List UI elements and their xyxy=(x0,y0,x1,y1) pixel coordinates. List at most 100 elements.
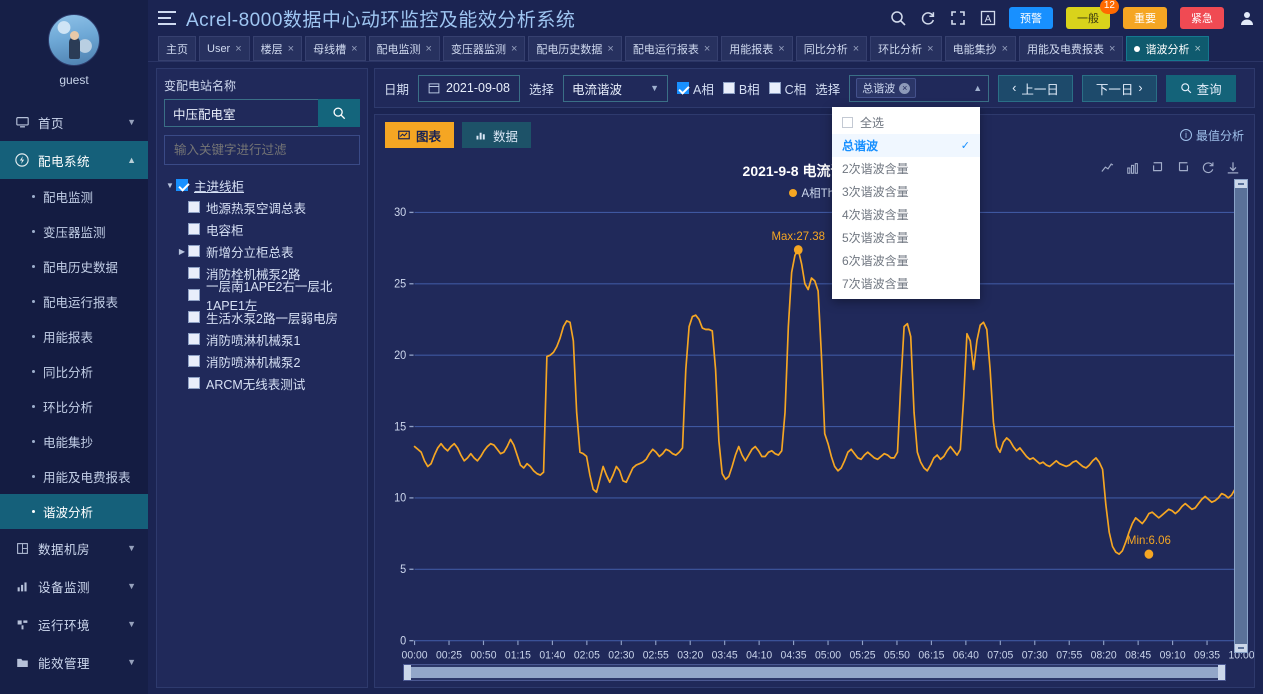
alarm-pill-important[interactable]: 重要 xyxy=(1123,7,1167,29)
tab-energy-fee-report[interactable]: 用能及电费报表 × xyxy=(1019,36,1124,61)
sidebar-subitem-yoy-analysis[interactable]: 同比分析 xyxy=(0,354,148,389)
station-search-button[interactable] xyxy=(318,99,360,127)
sidebar-subitem-operation-report[interactable]: 配电运行报表 xyxy=(0,284,148,319)
phase-a-checkbox[interactable]: A相 xyxy=(676,79,714,98)
tab-busway[interactable]: 母线槽 × xyxy=(305,36,366,61)
dropdown-option-total[interactable]: 总谐波 ✓ xyxy=(832,134,980,157)
tree-node[interactable]: ▶ ARCM无线表测试 xyxy=(164,372,360,394)
tab-mom-analysis[interactable]: 环比分析 × xyxy=(870,36,942,61)
dropdown-option-2nd[interactable]: 2次谐波含量 xyxy=(832,157,980,180)
sidebar-item-home[interactable]: 首页 ▼ xyxy=(0,103,148,141)
prev-day-button[interactable]: ‹ 上一日 xyxy=(998,74,1073,102)
data-view-button[interactable]: 数据 xyxy=(462,122,532,148)
tree-checkbox[interactable] xyxy=(188,377,200,389)
translate-icon[interactable]: A xyxy=(979,10,996,27)
tree-node[interactable]: ▶ 生活水泵2路一层弱电房 xyxy=(164,306,360,328)
tree-node[interactable]: ▶ 一层南1APE2右一层北1APE1左 xyxy=(164,280,360,313)
harmonic-order-select[interactable]: 总谐波 × ▲ xyxy=(849,74,990,102)
tree-node-expandable[interactable]: ▶ 新增分立柜总表 xyxy=(164,240,360,262)
user-avatar-icon[interactable] xyxy=(1239,10,1255,26)
close-icon[interactable]: × xyxy=(778,43,784,55)
tab-harmonic-analysis[interactable]: 谐波分析 × xyxy=(1126,36,1209,61)
close-icon[interactable]: × xyxy=(351,43,357,55)
tree-checkbox[interactable] xyxy=(188,223,200,235)
tree-checkbox[interactable] xyxy=(188,311,200,323)
tree-checkbox[interactable] xyxy=(188,333,200,345)
tree-checkbox[interactable] xyxy=(188,267,200,279)
chevron-right-icon[interactable]: ▶ xyxy=(176,247,188,256)
alarm-pill-general[interactable]: 一般 12 xyxy=(1066,0,1119,29)
tab-yoy-analysis[interactable]: 同比分析 × xyxy=(795,36,868,61)
dropdown-option-4th[interactable]: 4次谐波含量 xyxy=(832,203,980,226)
tab-energy-report[interactable]: 用能报表 × xyxy=(721,36,793,61)
query-button[interactable]: 查询 xyxy=(1165,74,1236,102)
tab-power-monitor[interactable]: 配电监测 × xyxy=(368,36,440,61)
tree-node[interactable]: ▶ 消防喷淋机械泵2 xyxy=(164,350,360,372)
sidebar-item-energy-management[interactable]: 能效管理 ▼ xyxy=(0,643,148,681)
sidebar-item-event-log[interactable]: 事件记录 ▼ xyxy=(0,681,148,694)
harmonic-type-select[interactable]: 电流谐波 ▼ xyxy=(562,74,668,102)
alarm-pill-urgent[interactable]: 紧急 xyxy=(1180,7,1224,29)
close-icon[interactable]: × xyxy=(511,43,517,55)
phase-c-checkbox[interactable]: C相 xyxy=(768,79,806,98)
close-icon[interactable]: × xyxy=(1002,43,1008,55)
search-icon[interactable] xyxy=(889,10,906,27)
tree-node[interactable]: ▶ 消防喷淋机械泵1 xyxy=(164,328,360,350)
sidebar-subitem-meter-reading[interactable]: 电能集抄 xyxy=(0,424,148,459)
tab-transformer-monitor[interactable]: 变压器监测 × xyxy=(442,36,526,61)
tree-filter-input[interactable] xyxy=(164,135,360,165)
close-icon[interactable]: × xyxy=(1194,43,1200,55)
close-icon[interactable]: × xyxy=(426,43,432,55)
dropdown-option-6th[interactable]: 6次谐波含量 xyxy=(832,249,980,272)
close-icon[interactable]: × xyxy=(235,43,241,55)
next-day-button[interactable]: 下一日 › xyxy=(1081,74,1157,102)
sidebar-subitem-transformer-monitor[interactable]: 变压器监测 xyxy=(0,214,148,249)
dropdown-option-7th[interactable]: 7次谐波含量 xyxy=(832,272,980,295)
station-input[interactable] xyxy=(164,99,318,127)
close-icon[interactable]: × xyxy=(899,82,911,94)
date-picker[interactable]: 2021-09-08 xyxy=(418,74,520,102)
tab-meter-reading[interactable]: 电能集抄 × xyxy=(944,36,1017,61)
tree-checkbox[interactable] xyxy=(188,201,200,213)
sidebar-subitem-history-data[interactable]: 配电历史数据 xyxy=(0,249,148,284)
close-icon[interactable]: × xyxy=(607,43,613,55)
tree-node[interactable]: ▶ 地源热泵空调总表 xyxy=(164,196,360,218)
close-icon[interactable]: × xyxy=(853,43,859,55)
sidebar-item-power-system[interactable]: 配电系统 ▲ xyxy=(0,141,148,179)
chart-view-button[interactable]: 图表 xyxy=(385,122,455,148)
sidebar-item-environment[interactable]: 运行环境 ▼ xyxy=(0,605,148,643)
chart-datazoom-slider[interactable] xyxy=(403,664,1226,681)
vertical-scrollbar[interactable] xyxy=(1234,179,1248,653)
tree-node[interactable]: ▶ 电容柜 xyxy=(164,218,360,240)
datazoom-handle-left[interactable] xyxy=(404,665,411,680)
tree-checkbox[interactable] xyxy=(188,289,200,301)
tree-node-main-cabinet[interactable]: ▼ 主进线柜 xyxy=(164,174,360,196)
sidebar-subitem-mom-analysis[interactable]: 环比分析 xyxy=(0,389,148,424)
tree-checkbox[interactable] xyxy=(176,179,188,191)
sidebar-subitem-harmonic-analysis[interactable]: 谐波分析 xyxy=(0,494,148,529)
tree-checkbox[interactable] xyxy=(188,245,200,257)
tab-history-data[interactable]: 配电历史数据 × xyxy=(528,36,622,61)
dropdown-option-3rd[interactable]: 3次谐波含量 xyxy=(832,180,980,203)
tab-user[interactable]: User × xyxy=(199,36,250,61)
close-icon[interactable]: × xyxy=(1109,43,1115,55)
sidebar-subitem-energy-fee-report[interactable]: 用能及电费报表 xyxy=(0,459,148,494)
close-icon[interactable]: × xyxy=(288,43,294,55)
dropdown-select-all[interactable]: 全选 xyxy=(832,111,980,134)
tab-floor[interactable]: 楼层 × xyxy=(252,36,303,61)
datazoom-bar[interactable] xyxy=(406,667,1223,678)
close-icon[interactable]: × xyxy=(704,43,710,55)
scroll-handle-top[interactable] xyxy=(1235,180,1247,188)
dropdown-option-5th[interactable]: 5次谐波含量 xyxy=(832,226,980,249)
sidebar-item-data-room[interactable]: 数据机房 ▼ xyxy=(0,529,148,567)
sidebar-item-device-monitor[interactable]: 设备监测 ▼ xyxy=(0,567,148,605)
phase-b-checkbox[interactable]: B相 xyxy=(722,79,760,98)
refresh-icon[interactable] xyxy=(919,10,936,27)
close-icon[interactable]: × xyxy=(927,43,933,55)
tree-checkbox[interactable] xyxy=(188,355,200,367)
sidebar-subitem-power-monitor[interactable]: 配电监测 xyxy=(0,179,148,214)
tab-home[interactable]: 主页 xyxy=(158,36,196,61)
chevron-down-icon[interactable]: ▼ xyxy=(164,181,176,190)
sidebar-subitem-energy-report[interactable]: 用能报表 xyxy=(0,319,148,354)
tab-operation-report[interactable]: 配电运行报表 × xyxy=(624,36,719,61)
